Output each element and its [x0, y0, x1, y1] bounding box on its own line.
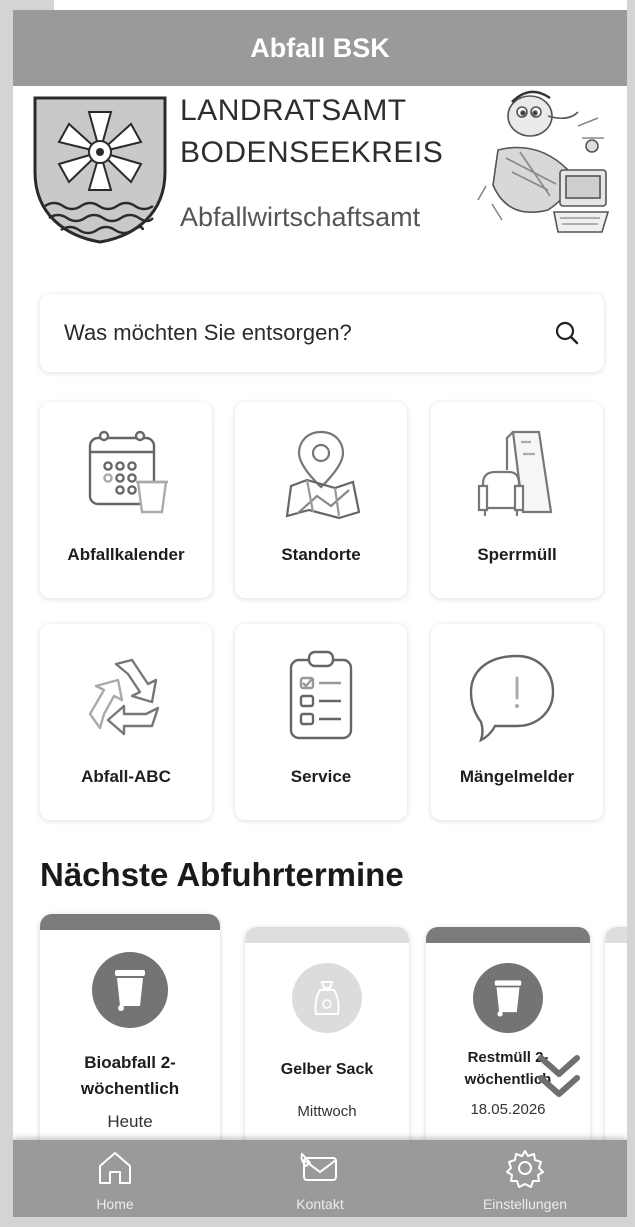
app-screen: Abfall BSK LANDRATSAMT BODENSEEKREIS Abf…	[13, 10, 627, 1217]
pickup-card-partial[interactable]	[605, 927, 627, 1143]
bin-icon	[494, 980, 522, 1017]
card-color-bar	[605, 927, 627, 943]
tile-standorte[interactable]: Standorte	[235, 402, 407, 598]
pickup-date: Mittwoch	[297, 1103, 357, 1120]
section-title-pickups: Nächste Abfuhrtermine	[40, 856, 404, 893]
tile-label: Sperrmüll	[477, 545, 557, 564]
home-icon	[99, 1152, 131, 1184]
bag-circle	[292, 963, 362, 1033]
tab-label: Kontakt	[296, 1196, 344, 1212]
bin-icon	[115, 970, 145, 1011]
org-name-line1: LANDRATSAMT	[180, 94, 407, 127]
tile-label: Abfall-ABC	[81, 767, 171, 786]
tab-label: Home	[96, 1196, 134, 1212]
pickup-card-gelber-sack[interactable]: Gelber Sack Mittwoch	[245, 927, 409, 1143]
banner: LANDRATSAMT BODENSEEKREIS Abfallwirtscha…	[13, 86, 627, 266]
recycle-icon	[88, 658, 160, 736]
calendar-bin-icon	[88, 430, 168, 514]
tab-home[interactable]: Home	[13, 1140, 217, 1217]
tile-abfallkalender[interactable]: Abfallkalender	[40, 402, 212, 598]
tile-service[interactable]: Service	[235, 624, 407, 820]
alert-speech-bubble-icon	[469, 654, 555, 742]
tab-einstellungen[interactable]: Einstellungen	[423, 1140, 627, 1217]
tile-maengelmelder[interactable]: Mängelmelder	[431, 624, 603, 820]
search-placeholder: Was möchten Sie entsorgen?	[64, 320, 352, 345]
search-icon[interactable]	[554, 320, 580, 346]
card-color-bar	[426, 927, 590, 943]
org-name-line2: BODENSEEKREIS	[180, 136, 444, 169]
chevron-double-down-icon[interactable]	[537, 1052, 581, 1102]
tile-label: Abfallkalender	[67, 545, 185, 564]
pickup-card-restmuell[interactable]: Restmüll 2- wöchentlich 18.05.2026	[426, 927, 590, 1143]
pickup-name: Gelber Sack	[280, 1061, 374, 1078]
org-department: Abfallwirtschaftsamt	[180, 202, 421, 232]
tile-label: Standorte	[281, 545, 361, 564]
tab-label: Einstellungen	[482, 1196, 568, 1212]
coat-of-arms-icon	[33, 96, 167, 244]
card-color-bar	[40, 914, 220, 930]
mascot-illustration	[477, 90, 610, 233]
bottom-tab-bar: Home Kontakt Einstellungen	[13, 1140, 627, 1217]
tile-sperrmuell[interactable]: Sperrmüll	[431, 402, 603, 598]
search-bar[interactable]: Was möchten Sie entsorgen?	[40, 294, 604, 372]
contact-phone-mail-icon	[300, 1152, 337, 1181]
pickup-card-bioabfall[interactable]: Bioabfall 2- wöchentlich Heute	[40, 914, 220, 1154]
pickup-name: Bioabfall 2- wöchentlich	[80, 1053, 180, 1098]
card-color-bar	[245, 927, 409, 943]
gear-icon	[506, 1150, 544, 1188]
bin-circle	[473, 963, 543, 1033]
pickup-date: Heute	[107, 1112, 153, 1131]
recycling-bag-icon	[314, 981, 340, 1015]
tile-label: Mängelmelder	[459, 767, 575, 786]
tile-abfall-abc[interactable]: Abfall-ABC	[40, 624, 212, 820]
app-header: Abfall BSK	[13, 10, 627, 86]
bulky-waste-icon	[477, 430, 553, 516]
pickup-date: 18.05.2026	[470, 1101, 546, 1118]
map-pin-icon	[285, 430, 361, 520]
app-title: Abfall BSK	[250, 32, 390, 63]
tab-kontakt[interactable]: Kontakt	[218, 1140, 422, 1217]
tile-label: Service	[290, 767, 352, 786]
bin-circle	[92, 952, 168, 1028]
clipboard-checklist-icon	[289, 650, 353, 740]
